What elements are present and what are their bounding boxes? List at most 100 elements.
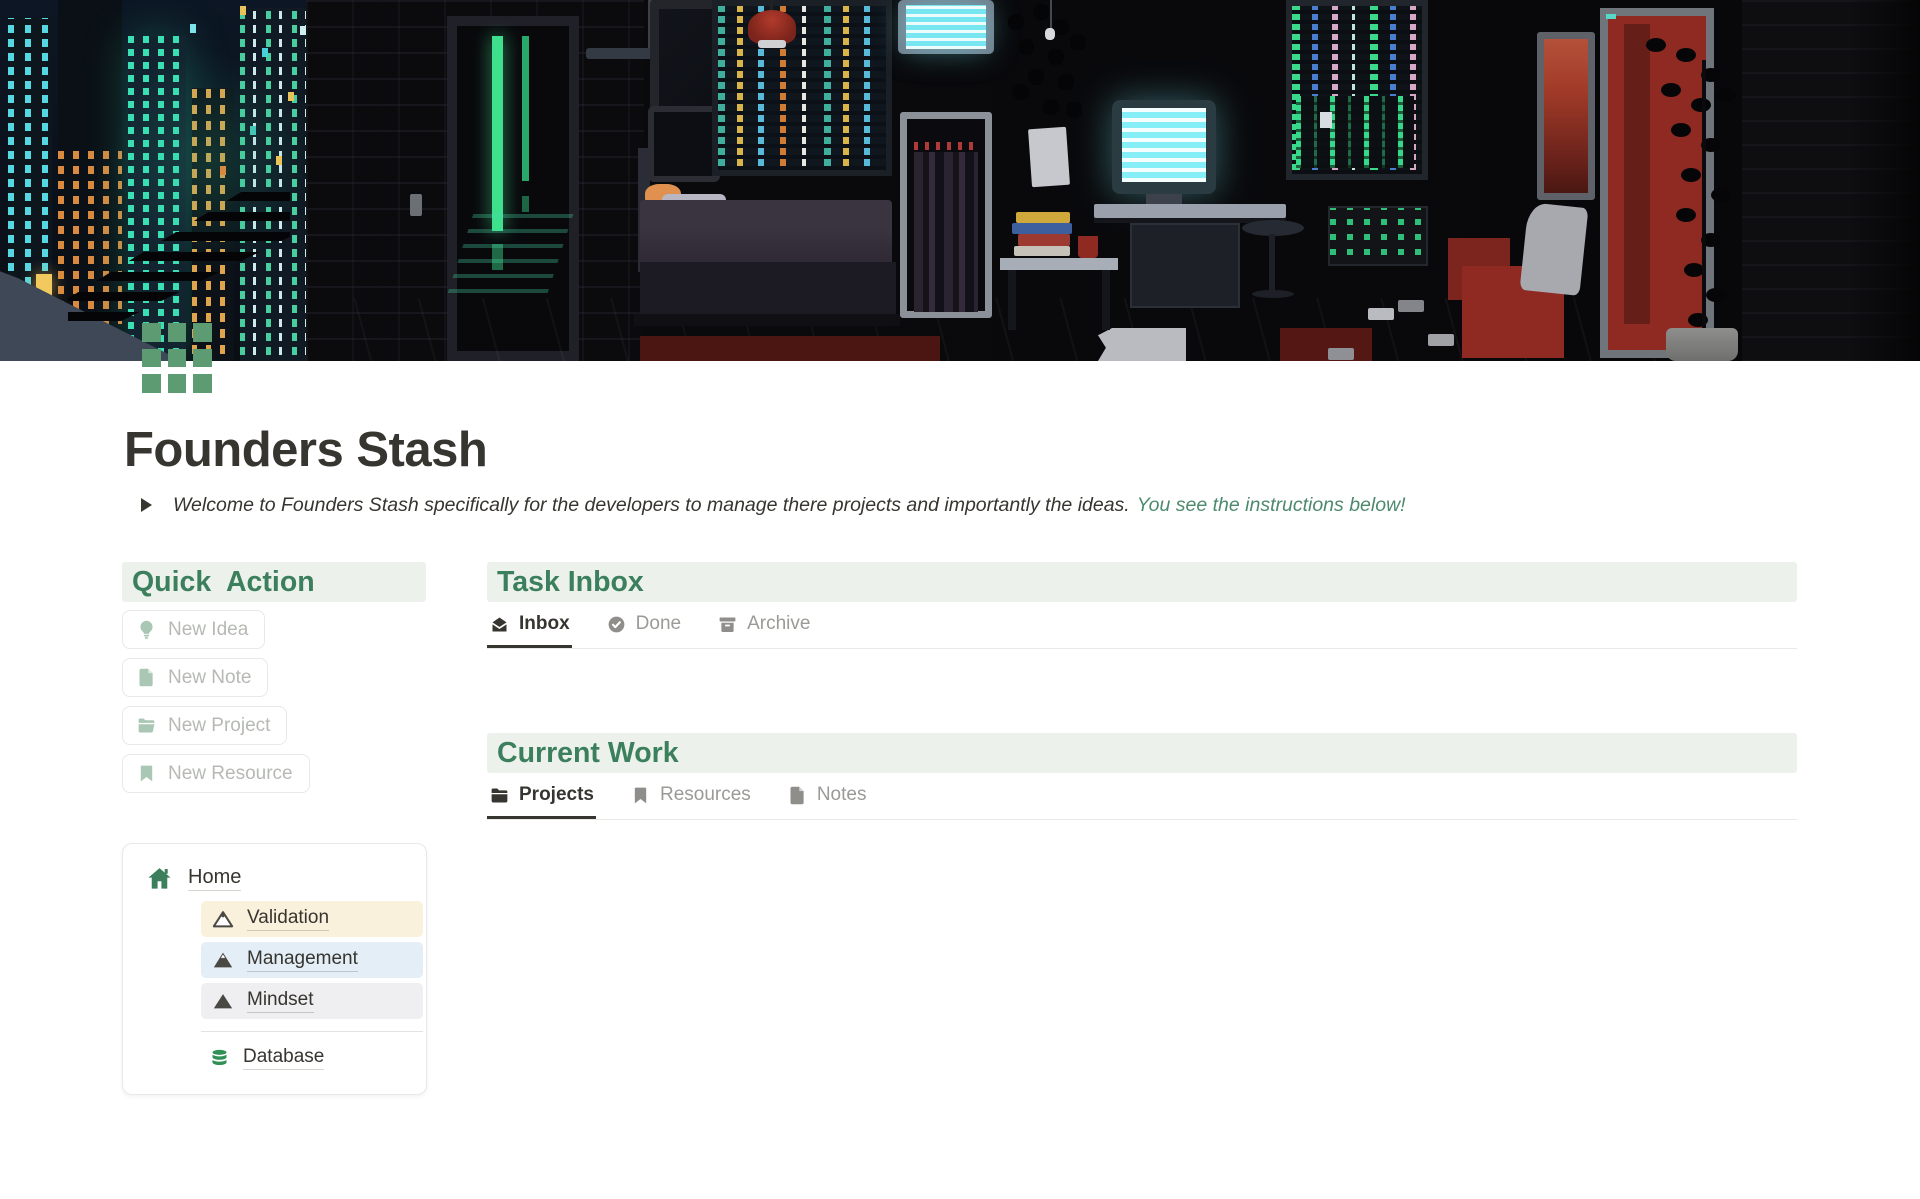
tab-resources[interactable]: Resources xyxy=(628,775,753,819)
cover-desk-top xyxy=(1094,204,1286,218)
note-icon xyxy=(136,667,157,688)
cover-book xyxy=(1014,246,1070,256)
folder-open-icon xyxy=(136,715,157,736)
new-note-label: New Note xyxy=(168,667,251,689)
note-icon xyxy=(787,785,808,806)
cover-book xyxy=(1016,212,1070,223)
cover-light-switch xyxy=(410,194,422,216)
mindset-label: Mindset xyxy=(247,989,314,1013)
cover-glowing-mirror xyxy=(1537,32,1595,200)
grid-square xyxy=(142,349,161,368)
task-inbox-header: Task Inbox xyxy=(487,562,1797,602)
cover-book xyxy=(1012,223,1072,234)
tab-done-label: Done xyxy=(636,613,681,635)
house-icon xyxy=(146,865,173,892)
cover-red-door xyxy=(1600,8,1714,358)
triangle-icon xyxy=(212,990,234,1012)
new-project-button[interactable]: New Project xyxy=(122,706,287,745)
cover-stool-leg xyxy=(1269,234,1275,294)
cover-floor-papers xyxy=(1368,308,1394,320)
mindset-link[interactable]: Mindset xyxy=(201,983,423,1019)
database-label: Database xyxy=(243,1046,324,1070)
new-idea-label: New Idea xyxy=(168,619,248,641)
new-resource-button[interactable]: New Resource xyxy=(122,754,310,793)
grid-square xyxy=(168,349,187,368)
cover-code-rain-screen xyxy=(1296,96,1414,168)
cover-plant-pot xyxy=(1666,328,1738,361)
cover-right-brick-wall xyxy=(1742,0,1920,361)
folder-icon xyxy=(489,785,510,806)
cover-wall-screen-cyan xyxy=(906,5,986,49)
page-title[interactable]: Founders Stash xyxy=(124,422,487,478)
new-note-button[interactable]: New Note xyxy=(122,658,268,697)
quick-action-heading: Quick Action xyxy=(122,562,426,602)
cover-neon-strip xyxy=(522,36,529,181)
tab-archive[interactable]: Archive xyxy=(715,604,812,648)
tab-archive-label: Archive xyxy=(747,613,810,635)
tab-notes-label: Notes xyxy=(817,784,867,806)
management-label: Management xyxy=(247,948,358,972)
cover-table-leg xyxy=(1008,270,1016,330)
grid-square xyxy=(193,349,212,368)
management-link[interactable]: Management xyxy=(201,942,423,978)
grid-square xyxy=(142,374,161,393)
cover-floor-mat xyxy=(1098,328,1186,361)
welcome-text: Welcome to Founders Stash specifically f… xyxy=(173,494,1130,517)
mountain-icon xyxy=(212,949,234,971)
current-work-header: Current Work xyxy=(487,733,1797,773)
cover-blanket-shadow xyxy=(640,262,896,322)
cover-wardrobe-hangers xyxy=(914,142,978,150)
cover-blanket xyxy=(640,200,892,270)
cover-tall-plant xyxy=(1646,38,1666,52)
home-link[interactable]: Home xyxy=(146,865,426,892)
bookmark-icon xyxy=(630,785,651,806)
grid-square xyxy=(193,323,212,342)
grid-square xyxy=(142,323,161,342)
cover-red-door-shade xyxy=(1624,24,1650,324)
grid-square xyxy=(168,323,187,342)
new-idea-button[interactable]: New Idea xyxy=(122,610,265,649)
archive-icon xyxy=(717,614,738,635)
cover-neon-strip xyxy=(492,36,503,231)
tab-resources-label: Resources xyxy=(660,784,751,806)
cover-red-mug xyxy=(1078,236,1098,258)
cover-blinds-window xyxy=(712,0,892,176)
home-label: Home xyxy=(188,866,241,891)
grid-square xyxy=(168,374,187,393)
cover-small-monitor xyxy=(648,106,720,182)
toggle-arrow-icon[interactable] xyxy=(133,492,159,518)
tab-inbox[interactable]: Inbox xyxy=(487,604,572,648)
cover-plant-trunk xyxy=(1702,60,1706,355)
home-card-pages: Validation Management Mindset xyxy=(201,901,423,1019)
tab-done[interactable]: Done xyxy=(604,604,683,648)
cover-bed-frame xyxy=(634,314,900,326)
cover-wardrobe-clothes xyxy=(914,152,978,312)
quick-action-header: Quick Action xyxy=(122,562,426,602)
cover-table-leg xyxy=(1102,270,1110,330)
database-icon xyxy=(209,1048,230,1069)
tab-notes[interactable]: Notes xyxy=(785,775,869,819)
page-icon-green-grid[interactable] xyxy=(142,323,212,393)
grid-square xyxy=(193,374,212,393)
tab-projects[interactable]: Projects xyxy=(487,775,596,819)
bookmark-icon xyxy=(136,763,157,784)
home-navigation-card: Home Validation Management Mindset Datab… xyxy=(122,843,427,1095)
cover-hanging-plant xyxy=(1008,14,1024,30)
check-circle-icon xyxy=(606,614,627,635)
current-work-heading: Current Work xyxy=(487,733,1797,773)
task-inbox-tabs: Inbox Done Archive xyxy=(487,604,1797,649)
card-divider xyxy=(201,1031,423,1032)
cover-red-lamp xyxy=(748,10,796,44)
tab-projects-label: Projects xyxy=(519,784,594,806)
cover-bright-pixel xyxy=(1320,112,1332,128)
database-link[interactable]: Database xyxy=(209,1046,426,1070)
cover-green-panel xyxy=(1328,206,1428,266)
quick-action-buttons: New Idea New Note New Project New Resour… xyxy=(122,610,426,802)
instructions-link[interactable]: You see the instructions below! xyxy=(1137,494,1406,517)
tab-inbox-label: Inbox xyxy=(519,613,570,635)
validation-link[interactable]: Validation xyxy=(201,901,423,937)
cover-wall-note xyxy=(1028,127,1070,188)
cover-gray-drape xyxy=(1520,202,1589,296)
new-resource-label: New Resource xyxy=(168,763,293,785)
cover-image xyxy=(0,0,1920,361)
